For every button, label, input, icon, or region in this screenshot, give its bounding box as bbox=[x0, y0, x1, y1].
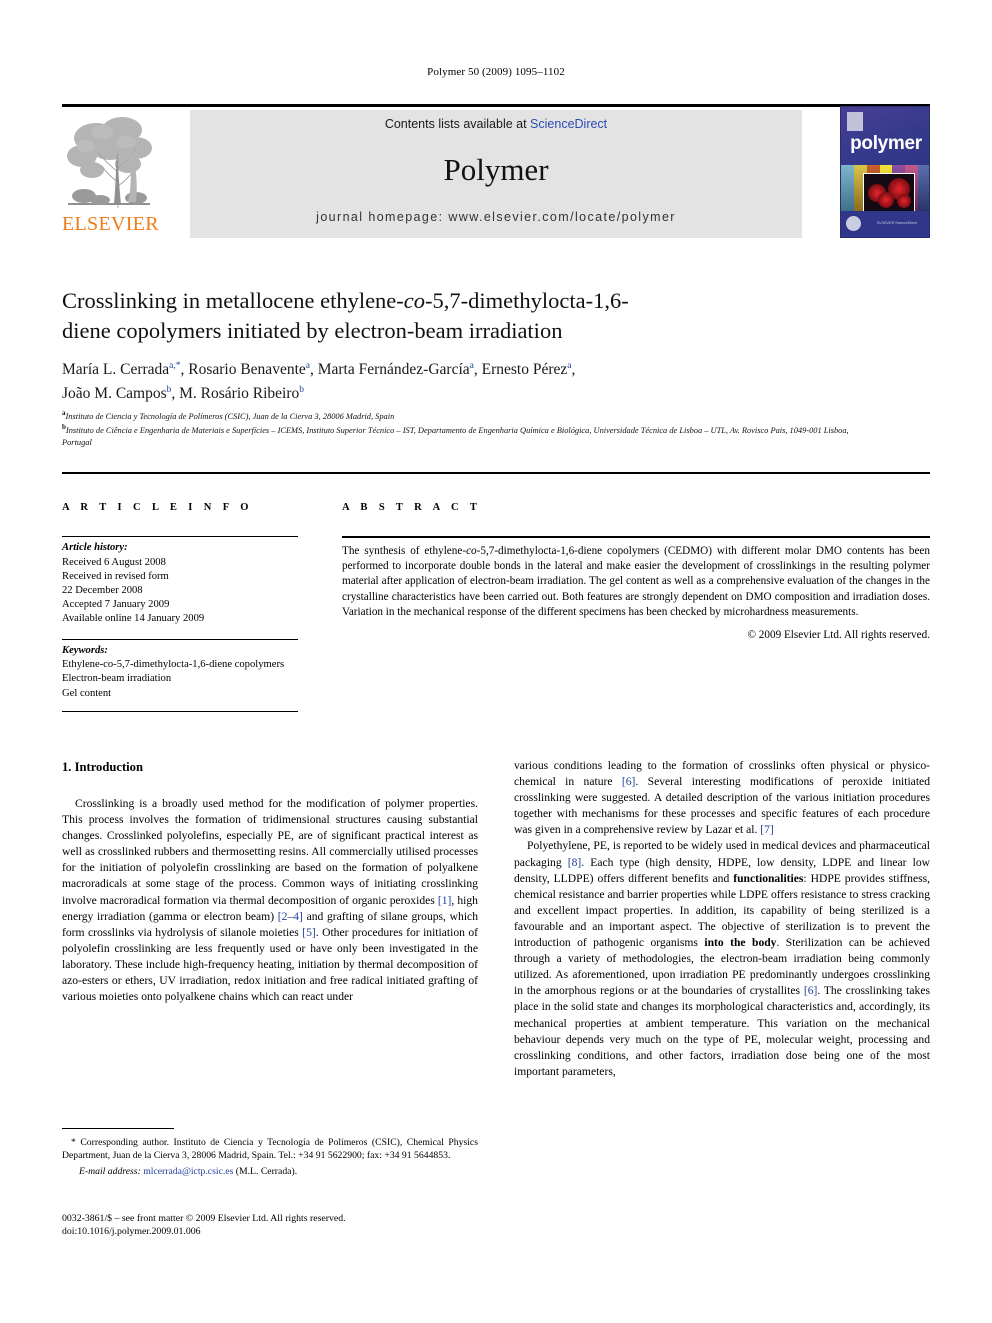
journal-cover-thumbnail: polymer ELSEVIER ScienceDirect bbox=[840, 106, 930, 238]
history-item: Received in revised form bbox=[62, 570, 169, 582]
author-affil-mark: a bbox=[567, 361, 572, 371]
affiliation-text: Instituto de Ciência e Engenharia de Mat… bbox=[62, 426, 849, 447]
abstract-text-a: The synthesis of ethylene- bbox=[342, 544, 467, 557]
abstract-copyright: © 2009 Elsevier Ltd. All rights reserved… bbox=[747, 628, 931, 641]
article-info-rule bbox=[62, 536, 298, 538]
footnote-address: * Corresponding author. Instituto de Cie… bbox=[62, 1137, 478, 1162]
author-name: M. Rosário Ribeiro bbox=[179, 385, 300, 403]
abstract-heading: A B S T R A C T bbox=[342, 502, 482, 513]
running-head: Polymer 50 (2009) 1095–1102 bbox=[427, 66, 565, 78]
citation-ref[interactable]: [5] bbox=[302, 926, 316, 939]
author-name: Rosario Benavente bbox=[188, 361, 306, 379]
author-affil-mark: a,* bbox=[169, 361, 181, 371]
email-link[interactable]: mlcerrada@ictp.csic.es bbox=[143, 1166, 233, 1177]
author-affil-mark: a bbox=[469, 361, 474, 371]
elsevier-logo: ELSEVIER bbox=[62, 110, 159, 238]
citation-ref[interactable]: [1] bbox=[438, 894, 452, 907]
affiliation-text: Instituto de Ciencia y Tecnología de Pol… bbox=[65, 411, 395, 421]
abstract-rule bbox=[342, 536, 930, 538]
emphasis-text: functionalities bbox=[733, 871, 804, 885]
article-info-heading: A R T I C L E I N F O bbox=[62, 502, 253, 513]
author-name: João M. Campos bbox=[62, 385, 167, 403]
history-item: Available online 14 January 2009 bbox=[62, 613, 205, 625]
author-affil-mark: b bbox=[299, 385, 304, 396]
citation-ref[interactable]: [8] bbox=[568, 856, 582, 869]
keyword-item: Ethylene-co-5,7-dimethylocta-1,6-diene c… bbox=[62, 659, 285, 671]
paragraph: Polyethylene, PE, is reported to be wide… bbox=[514, 838, 930, 1079]
para-text: . The crosslinking takes place in the so… bbox=[514, 984, 930, 1078]
body-column-left: Crosslinking is a broadly used method fo… bbox=[62, 796, 478, 1005]
paper-page: Polymer 50 (2009) 1095–1102 ELSEVIER Con… bbox=[0, 0, 992, 1323]
body-column-right: various conditions leading to the format… bbox=[514, 758, 930, 1080]
elsevier-wordmark: ELSEVIER bbox=[62, 213, 159, 235]
author-affil-mark: b bbox=[166, 385, 172, 396]
paragraph: various conditions leading to the format… bbox=[514, 758, 930, 838]
email-attribution: (M.L. Cerrada). bbox=[235, 1165, 298, 1177]
citation-ref[interactable]: [6] bbox=[804, 984, 818, 997]
keyword-item: Electron-beam irradiation bbox=[62, 673, 172, 685]
emphasis-text: into the body bbox=[704, 936, 777, 950]
abstract-italic-co: co bbox=[466, 544, 477, 557]
history-item: Received 6 August 2008 bbox=[62, 556, 166, 568]
keywords-label: Keywords: bbox=[62, 645, 108, 656]
section-heading-introduction: 1. Introduction bbox=[62, 760, 143, 774]
para-text: Crosslinking is a broadly used method fo… bbox=[62, 797, 478, 907]
abstract-column: The synthesis of ethylene-co-5,7-dimethy… bbox=[342, 536, 930, 643]
contents-prefix: Contents lists available at bbox=[384, 117, 531, 131]
corresponding-author-footnote: * Corresponding author. Instituto de Cie… bbox=[62, 1136, 478, 1178]
contents-available-line: Contents lists available at ScienceDirec… bbox=[190, 117, 802, 131]
history-item: 22 December 2008 bbox=[62, 585, 143, 596]
affiliation-list: aInstituto de Ciencia y Tecnología de Po… bbox=[62, 408, 872, 448]
keywords-bottom-rule bbox=[62, 710, 298, 713]
keyword-item: Gel content bbox=[62, 687, 112, 699]
article-history-block: Article history: Received 6 August 2008 … bbox=[62, 541, 298, 626]
article-info-column: Article history: Received 6 August 2008 … bbox=[62, 536, 298, 716]
author-name: María L. Cerrada bbox=[62, 361, 170, 379]
affiliation-item: bInstituto de Ciência e Engenharia de Ma… bbox=[62, 422, 872, 448]
article-history-label: Article history: bbox=[62, 542, 128, 554]
cover-elsevier-mark bbox=[847, 112, 863, 131]
page-title: Crosslinking in metallocene ethylene-co-… bbox=[62, 288, 629, 343]
colophon-doi-line[interactable]: doi:10.1016/j.polymer.2009.01.006 bbox=[62, 1225, 522, 1238]
author-list: María L. Cerradaa,*, Rosario Benaventea,… bbox=[62, 361, 576, 403]
info-section-top-rule bbox=[62, 472, 930, 474]
keywords-block: Keywords: Ethylene-co-5,7-dimethylocta-1… bbox=[62, 644, 298, 701]
colophon-issn-line: 0032-3861/$ – see front matter © 2009 El… bbox=[62, 1213, 346, 1224]
cover-badge-icon bbox=[846, 216, 861, 231]
affiliation-item: aInstituto de Ciencia y Tecnología de Po… bbox=[62, 408, 872, 422]
journal-masthead: ELSEVIER Contents lists available at Sci… bbox=[62, 104, 930, 238]
cover-wordmark: polymer bbox=[850, 133, 922, 154]
masthead-top-rule bbox=[62, 104, 930, 107]
abstract-text: The synthesis of ethylene-co-5,7-dimethy… bbox=[342, 544, 930, 621]
paragraph: Crosslinking is a broadly used method fo… bbox=[62, 796, 478, 1005]
elsevier-tree-icon bbox=[66, 112, 152, 210]
citation-ref[interactable]: [7] bbox=[760, 823, 774, 836]
cover-footer-text: ELSEVIER ScienceDirect bbox=[877, 221, 917, 225]
author-name: Marta Fernández-García bbox=[317, 361, 470, 379]
journal-band: Contents lists available at ScienceDirec… bbox=[190, 110, 802, 238]
cover-inset-image bbox=[863, 173, 915, 213]
footnote-email-line: E-mail address: mlcerrada@ictp.csic.es (… bbox=[62, 1165, 478, 1178]
citation-ref[interactable]: [6] bbox=[622, 775, 636, 788]
keywords-top-rule bbox=[62, 638, 298, 640]
author-affil-mark: a bbox=[305, 361, 310, 371]
journal-homepage-line[interactable]: journal homepage: www.elsevier.com/locat… bbox=[190, 210, 802, 224]
footnote-rule bbox=[62, 1128, 174, 1130]
history-item: Accepted 7 January 2009 bbox=[62, 599, 170, 611]
colophon: 0032-3861/$ – see front matter © 2009 El… bbox=[62, 1212, 522, 1238]
journal-title: Polymer bbox=[443, 152, 549, 187]
sciencedirect-link[interactable]: ScienceDirect bbox=[530, 117, 607, 131]
citation-ref[interactable]: [2–4] bbox=[278, 910, 303, 923]
author-name: Ernesto Pérez bbox=[481, 361, 568, 379]
email-label: E-mail address: bbox=[79, 1165, 141, 1177]
